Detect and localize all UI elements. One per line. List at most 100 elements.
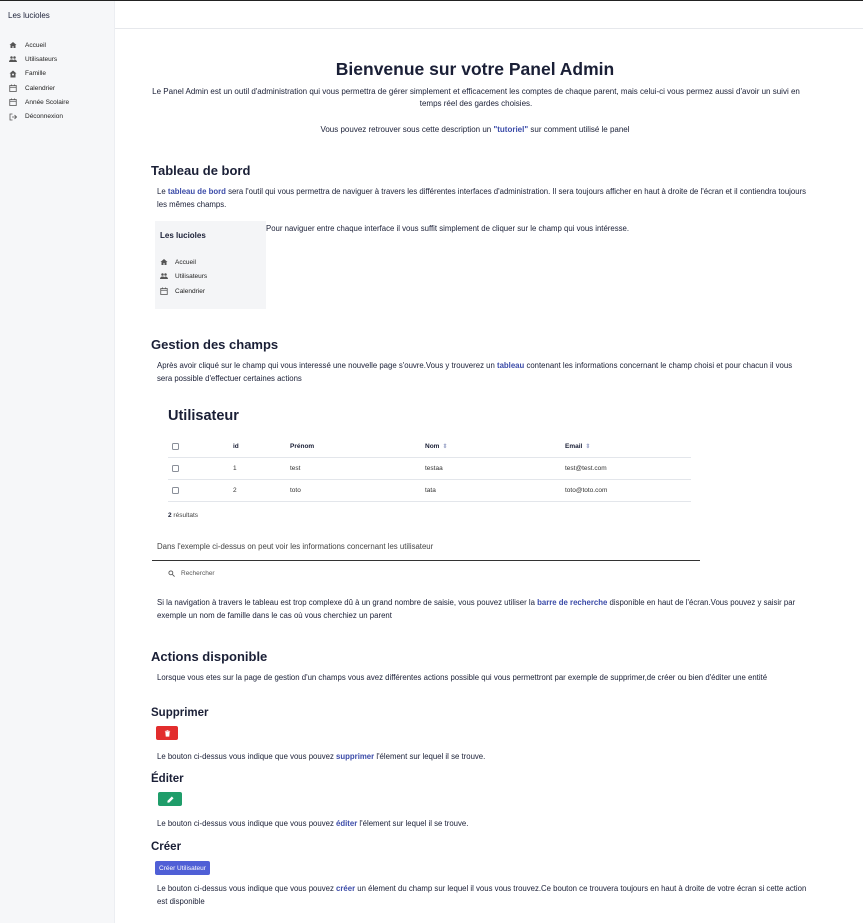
main-content: Bienvenue sur votre Panel Admin Le Panel… [115,30,863,923]
pencil-icon [166,795,174,803]
sidebar-menu: Accueil Utilisateurs Famille Calendrier … [8,38,69,124]
sidebar-item-utilisateurs[interactable]: Utilisateurs [8,52,69,66]
tutorial-link[interactable]: "tutoriel" [493,125,528,134]
calendar-icon [160,287,168,295]
users-table: id Prénom Nom ⇕ Email ⇕ 1 test testaa test… [168,436,691,502]
sidebar-item-label: Déconnexion [25,113,63,121]
illustration-item-calendrier: Calendrier [160,287,205,295]
cell-id: 2 [233,487,237,494]
fields-table-link: tableau [496,361,525,370]
subheading-supprimer: Supprimer [151,707,209,719]
illustration-item-label: Calendrier [175,287,205,295]
column-header-email-label: Email [565,443,583,450]
intro-text: Le Panel Admin est un outil d'administra… [152,87,800,108]
cell-email: test@test.com [565,465,607,472]
sidebar-item-annee-scolaire[interactable]: Année Scolaire [8,95,69,109]
page-title: Bienvenue sur votre Panel Admin [335,59,615,79]
illustration-item-accueil: Accueil [160,258,196,266]
delete-paragraph: Le bouton ci-dessus vous indique que vou… [157,750,807,763]
home-icon [8,41,17,49]
intro-tutorial-after: sur comment utilisé le panel [528,125,630,134]
table-row[interactable]: 2 toto tata toto@toto.com [168,480,691,502]
cell-nom: testaa [425,465,443,472]
create-text-before: Le bouton ci-dessus vous indique que vou… [157,884,337,893]
column-header-id: id [233,443,239,450]
delete-link-text: supprimer [336,752,375,761]
sidebar-item-accueil[interactable]: Accueil [8,38,69,52]
users-icon [160,273,168,279]
search-bar-link: barre de recherche [537,598,608,607]
sidebar-item-famille[interactable]: Famille [8,67,69,81]
divider [152,560,700,561]
dashboard-text-before: Le [157,187,168,196]
sidebar-item-label: Utilisateurs [25,55,58,63]
illustration-item-utilisateurs: Utilisateurs [160,272,207,280]
delete-button[interactable] [156,726,178,740]
column-header-email[interactable]: Email ⇕ [565,443,590,450]
create-user-button[interactable]: Créer Utilisateur [155,861,210,875]
illustration-item-label: Accueil [175,258,196,266]
table-header-row: id Prénom Nom ⇕ Email ⇕ [168,436,691,458]
column-header-nom-label: Nom [425,443,440,450]
trash-icon [164,729,170,737]
sidebar-item-label: Année Scolaire [25,98,70,106]
row-checkbox[interactable] [172,465,179,472]
cell-email: toto@toto.com [565,487,608,494]
edit-paragraph: Le bouton ci-dessus vous indique que vou… [157,817,807,830]
sidebar-item-label: Accueil [25,41,46,49]
illustration-item-label: Utilisateurs [175,272,208,280]
sidebar-item-label: Calendrier [25,84,55,92]
dashboard-text-after: sera l'outil qui vous permettra de navig… [157,187,807,209]
search-icon [168,570,175,577]
sort-icon: ⇕ [442,444,448,450]
table-title: Utilisateur [168,408,239,424]
sidebar-item-calendrier[interactable]: Calendrier [8,81,69,95]
table-caption: Dans l'exemple ci-dessus on peut voir le… [157,542,434,551]
calendar-icon [8,84,17,92]
sidebar-item-deconnexion[interactable]: Déconnexion [8,109,69,123]
subheading-editer: Éditer [151,773,184,785]
fields-text-before: Après avoir cliqué sur le champ qui vous… [157,361,497,370]
sort-icon: ⇕ [585,444,591,450]
column-header-nom[interactable]: Nom ⇕ [425,443,447,450]
dashboard-link: tableau de bord [167,187,226,196]
home-icon [160,259,168,265]
column-header-prenom: Prénom [290,443,315,450]
section-heading-fields: Gestion des champs [151,337,279,352]
subheading-creer: Créer [151,841,182,853]
search-placeholder: Rechercher [181,570,215,577]
family-icon [8,70,17,78]
edit-link-text: éditer [336,819,358,828]
sidebar-item-label: Famille [25,70,46,78]
results-count: 2 résultats [168,512,198,519]
create-link-text: créer [336,884,356,893]
section-heading-dashboard: Tableau de bord [151,163,251,178]
edit-text-before: Le bouton ci-dessus vous indique que vou… [157,819,337,828]
create-paragraph: Le bouton ci-dessus vous indique que vou… [157,882,807,908]
section-heading-actions: Actions disponible [151,649,268,664]
search-bar[interactable]: Rechercher [168,570,215,577]
illustration-brand: Les lucioles [160,231,206,240]
fields-paragraph: Après avoir cliqué sur le champ qui vous… [157,359,807,385]
dashboard-paragraph: Le tableau de bord sera l'outil qui vous… [157,185,807,211]
intro-tutorial-before: Vous pouvez retrouver sous cette descrip… [320,125,494,134]
calendar-icon [8,98,17,107]
row-checkbox[interactable] [172,487,179,494]
table-row[interactable]: 1 test testaa test@test.com [168,458,691,480]
navigation-paragraph: Pour naviguer entre chaque interface il … [266,224,630,233]
users-icon [8,55,17,63]
cell-nom: tata [425,487,436,494]
cell-prenom: test [290,465,301,472]
cell-id: 1 [233,465,237,472]
edit-text-after: l'élement sur lequel il se trouve. [357,819,469,828]
actions-paragraph: Lorsque vous etes sur la page de gestion… [157,673,768,682]
delete-text-after: l'élement sur lequel il se trouve. [374,752,486,761]
search-paragraph: Si la navigation à travers le tableau es… [157,596,807,622]
cell-prenom: toto [290,487,301,494]
results-count-label: résultats [171,512,198,519]
delete-text-before: Le bouton ci-dessus vous indique que vou… [157,752,337,761]
logout-icon [8,113,17,121]
edit-button[interactable] [158,792,182,806]
select-all-checkbox[interactable] [172,443,179,450]
search-text-before: Si la navigation à travers le tableau es… [157,598,538,607]
